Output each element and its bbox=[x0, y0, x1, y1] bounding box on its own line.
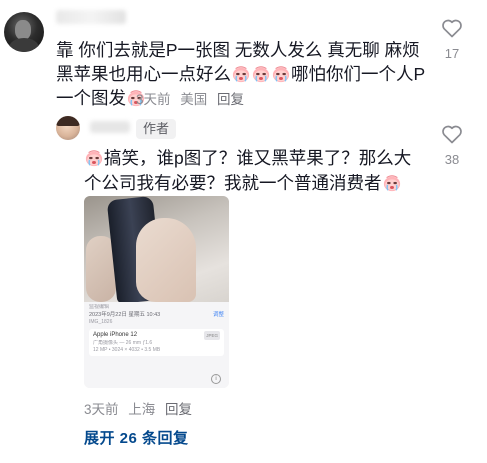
screenshot-datetime: 2023年9月22日 星期五 10:43 bbox=[89, 312, 161, 318]
commenter-username-redacted bbox=[56, 10, 126, 24]
photo-scene bbox=[84, 196, 229, 305]
screenshot-device-row: Apple iPhone 12 JPEG bbox=[93, 331, 220, 340]
screenshot-date-row: 2023年9月22日 星期五 10:43 调整 bbox=[89, 311, 224, 319]
crying-face-emoji-icon bbox=[272, 65, 290, 83]
comment-reply-button[interactable]: 回复 bbox=[217, 92, 244, 107]
reply-meta: 3天前 上海 回复 bbox=[84, 398, 192, 418]
comment-meta: 3天前 美国 回复 bbox=[136, 88, 244, 108]
commenter-avatar[interactable] bbox=[4, 12, 44, 52]
crying-face-emoji-icon bbox=[252, 65, 270, 83]
expand-replies-button[interactable]: 展开 26 条回复 bbox=[84, 427, 189, 448]
photo-info-screenshot: 监视编辑 2023年9月22日 星期五 10:43 调整 IMG_1826 Ap… bbox=[84, 302, 229, 388]
avatar-body bbox=[9, 38, 39, 52]
crying-face-emoji-icon bbox=[85, 149, 103, 167]
reply-text: 搞笑，谁p图了？谁又黑苹果了？那么大个公司我有必要？我就一个普通消费者 bbox=[84, 146, 426, 196]
screenshot-edit: 调整 bbox=[212, 312, 224, 318]
screenshot-device-card: Apple iPhone 12 JPEG 广角摄像头 — 26 mm ƒ1.6 … bbox=[89, 329, 224, 356]
author-avatar[interactable] bbox=[56, 116, 80, 140]
reply-text-body: 搞笑，谁p图了？谁又黑苹果了？那么大个公司我有必要？我就一个普通消费者 bbox=[84, 148, 412, 193]
comment-like-button[interactable]: 17 bbox=[432, 16, 472, 61]
heart-outline-icon bbox=[440, 16, 464, 40]
info-icon: i bbox=[211, 374, 221, 384]
reply-like-count: 38 bbox=[444, 152, 460, 167]
reply-like-button[interactable]: 38 bbox=[432, 122, 472, 167]
crying-face-emoji-icon bbox=[232, 65, 250, 83]
reply-reply-button[interactable]: 回复 bbox=[165, 402, 192, 417]
heart-outline-icon bbox=[440, 122, 464, 146]
crying-face-emoji-icon bbox=[383, 174, 401, 192]
screenshot-title: 监视编辑 bbox=[89, 304, 110, 310]
author-badge: 作者 bbox=[136, 119, 177, 139]
comment-like-count: 17 bbox=[444, 46, 460, 61]
comment-time: 3天前 bbox=[136, 92, 171, 107]
reply-time: 3天前 bbox=[84, 402, 119, 417]
avatar-face bbox=[15, 20, 31, 40]
screenshot-lens: 广角摄像头 — 26 mm ƒ1.6 bbox=[93, 340, 153, 346]
screenshot-device-tag: JPEG bbox=[204, 331, 220, 340]
photo-hand-right bbox=[136, 218, 196, 302]
avatar-hair bbox=[56, 116, 80, 126]
screenshot-specs: 12 MP • 3024 × 4032 • 3.5 MB bbox=[93, 347, 161, 353]
author-username-redacted bbox=[90, 121, 130, 133]
reply-location: 上海 bbox=[128, 402, 156, 417]
reply-photo[interactable]: 监视编辑 2023年9月22日 星期五 10:43 调整 IMG_1826 Ap… bbox=[84, 196, 229, 388]
comment-location: 美国 bbox=[180, 92, 208, 107]
screenshot-device: Apple iPhone 12 bbox=[93, 332, 138, 338]
screenshot-filename: IMG_1826 bbox=[89, 319, 113, 325]
